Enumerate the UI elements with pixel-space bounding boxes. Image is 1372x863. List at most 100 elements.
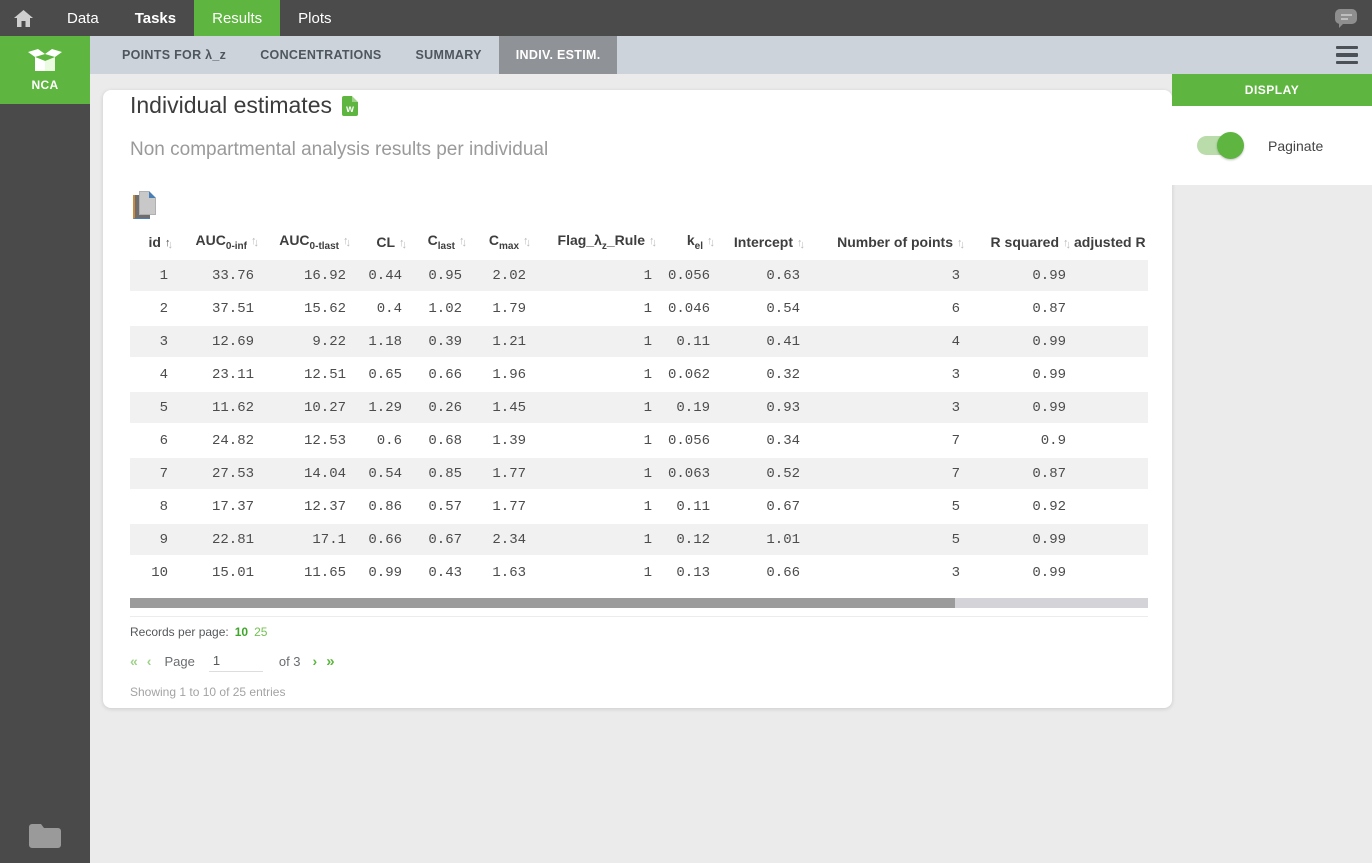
table-cell: 0.99 <box>968 522 1074 557</box>
table-cell: 1.45 <box>470 390 534 425</box>
table-cell: 12.51 <box>262 357 354 392</box>
table-cell: 7 <box>808 423 968 458</box>
table-row: 10 15.01 11.65 0.99 0.43 1.63 1 0.13 0.66 3 0.99 <box>130 555 1148 590</box>
column-header-kel[interactable]: kel ↑↓ <box>660 225 718 259</box>
column-header-auc0-inf[interactable]: AUC0-inf ↑↓ <box>176 225 262 259</box>
table-cell: 7 <box>130 456 176 491</box>
column-header-number-of-points[interactable]: Number of points ↑↓ <box>808 225 968 259</box>
table-cell: 0.85 <box>410 456 470 491</box>
column-header-adjusted-r-squ[interactable]: adjusted R squ <box>1074 225 1148 259</box>
table-cell: 0.41 <box>718 324 808 359</box>
table-cell: 1.39 <box>470 423 534 458</box>
column-header-cmax[interactable]: Cmax ↑↓ <box>470 225 534 259</box>
horizontal-scrollbar[interactable] <box>130 598 1148 608</box>
tab-concentrations[interactable]: CONCENTRATIONS <box>243 36 398 74</box>
column-header-auc0-tlast[interactable]: AUC0-tlast ↑↓ <box>262 225 354 259</box>
menu-icon[interactable] <box>1336 45 1358 65</box>
table-cell: 37.51 <box>176 291 262 326</box>
table-cell <box>1074 522 1148 557</box>
table-cell: 24.82 <box>176 423 262 458</box>
table-cell: 15.01 <box>176 555 262 590</box>
table-cell: 0.9 <box>968 423 1074 458</box>
tab-indiv-estim[interactable]: INDIV. ESTIM. <box>498 36 618 74</box>
table-cell: 7 <box>808 456 968 491</box>
first-page-button[interactable]: « <box>130 653 138 669</box>
column-header-intercept[interactable]: Intercept ↑↓ <box>718 225 808 259</box>
page-subtitle: Non compartmental analysis results per i… <box>130 139 549 160</box>
table-cell: 2 <box>130 291 176 326</box>
home-button[interactable] <box>0 0 49 36</box>
page-number-input[interactable] <box>208 650 263 672</box>
prev-page-button[interactable]: ‹ <box>147 653 152 669</box>
nav-item-results[interactable]: Results <box>194 0 281 36</box>
column-header-r-squared[interactable]: R squared ↑↓ <box>968 225 1074 259</box>
page-title: Individual estimates <box>130 92 332 118</box>
table-cell: 15.62 <box>262 291 354 326</box>
table-cell: 1 <box>534 456 660 491</box>
records-per-page-label: Records per page: <box>130 625 229 639</box>
table-cell: 0.67 <box>410 522 470 557</box>
nav-item-data[interactable]: Data <box>49 0 117 36</box>
table-cell: 1 <box>130 258 176 293</box>
table-cell: 1 <box>534 522 660 557</box>
page-size-option-25[interactable]: 25 <box>254 625 267 639</box>
table-cell: 0.99 <box>968 390 1074 425</box>
table-row: 1 33.76 16.92 0.44 0.95 2.02 1 0.056 0.63 3 0.99 <box>130 258 1148 293</box>
table-cell: 0.99 <box>968 258 1074 293</box>
folder-icon[interactable] <box>26 821 64 851</box>
last-page-button[interactable]: » <box>326 653 334 670</box>
nav-item-plots[interactable]: Plots <box>280 0 349 36</box>
table-cell: 0.92 <box>968 489 1074 524</box>
scrollbar-thumb[interactable] <box>130 598 955 608</box>
tab-summary[interactable]: SUMMARY <box>399 36 499 74</box>
paginate-toggle[interactable] <box>1197 132 1244 159</box>
table-cell: 5 <box>808 489 968 524</box>
content-area: Individual estimates w Non compartmental… <box>90 73 1372 863</box>
table-cell: 10.27 <box>262 390 354 425</box>
sort-icon: ↑↓ <box>523 234 531 249</box>
table-cell <box>1074 357 1148 392</box>
table-cell: 3 <box>808 258 968 293</box>
table-row: 3 12.69 9.22 1.18 0.39 1.21 1 0.11 0.41 4 0.99 <box>130 324 1148 359</box>
chat-icon[interactable] <box>1332 6 1360 30</box>
results-table-wrap: id ↑↓ AUC0-inf ↑↓ AUC0-tlast ↑↓ CL ↑↓ Clast ↑↓ Cma… <box>130 225 1148 590</box>
table-cell: 10 <box>130 555 176 590</box>
table-cell: 0.99 <box>968 357 1074 392</box>
table-cell: 1.02 <box>410 291 470 326</box>
tab-points-for-λ-z[interactable]: POINTS FOR λ_z <box>105 36 243 74</box>
column-header-cl[interactable]: CL ↑↓ <box>354 225 410 259</box>
table-cell: 1 <box>534 390 660 425</box>
table-cell: 2.34 <box>470 522 534 557</box>
table-cell: 22.81 <box>176 522 262 557</box>
paginate-toggle-label: Paginate <box>1268 137 1324 154</box>
next-page-button[interactable]: › <box>313 653 318 669</box>
table-cell: 0.54 <box>718 291 808 326</box>
column-header-id[interactable]: id ↑↓ <box>130 225 176 259</box>
table-cell <box>1074 423 1148 458</box>
table-cell: 2.02 <box>470 258 534 293</box>
table-cell: 0.11 <box>660 324 718 359</box>
table-cell: 1.01 <box>718 522 808 557</box>
word-export-icon[interactable]: w <box>342 95 358 116</box>
sort-icon: ↑↓ <box>649 234 657 249</box>
table-cell: 1 <box>534 324 660 359</box>
results-card: Individual estimates w Non compartmental… <box>103 90 1172 708</box>
table-cell: 0.43 <box>410 555 470 590</box>
copy-table-icon[interactable] <box>133 191 159 221</box>
table-cell: 0.67 <box>718 489 808 524</box>
sort-icon: ↑↓ <box>797 236 805 251</box>
table-row: 2 37.51 15.62 0.4 1.02 1.79 1 0.046 0.54 6 0.87 <box>130 291 1148 326</box>
table-cell: 1.77 <box>470 489 534 524</box>
nav-item-tasks[interactable]: Tasks <box>117 0 194 36</box>
table-cell: 16.92 <box>262 258 354 293</box>
table-cell: 11.65 <box>262 555 354 590</box>
table-cell: 1.79 <box>470 291 534 326</box>
showing-entries-label: Showing 1 to 10 of 25 entries <box>130 685 286 699</box>
project-tile-nca[interactable]: NCA <box>0 36 90 104</box>
column-header-clast[interactable]: Clast ↑↓ <box>410 225 470 259</box>
table-row: 7 27.53 14.04 0.54 0.85 1.77 1 0.063 0.52 7 0.87 <box>130 456 1148 491</box>
page-size-option-10[interactable]: 10 <box>235 625 248 639</box>
page-count-label: of 3 <box>278 653 301 669</box>
column-header-flag-λz-rule[interactable]: Flag_λz_Rule ↑↓ <box>534 225 660 259</box>
results-tabbar: POINTS FOR λ_z CONCENTRATIONS SUMMARY INDIV… <box>90 36 1372 74</box>
